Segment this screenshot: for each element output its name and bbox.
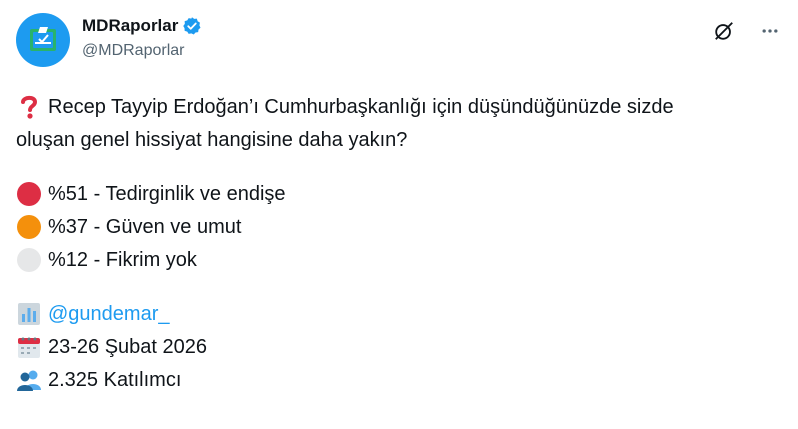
orange-circle-icon bbox=[16, 214, 42, 240]
red-circle-icon bbox=[16, 181, 42, 207]
avatar[interactable] bbox=[16, 13, 70, 67]
option-text: %37 - Güven ve umut bbox=[48, 215, 242, 238]
header-actions bbox=[712, 19, 782, 43]
date-line: 23-26 Şubat 2026 bbox=[16, 330, 782, 363]
red-question-mark-icon bbox=[16, 94, 42, 120]
question-line-2: oluşan genel hissiyat hangisine daha yak… bbox=[16, 123, 782, 156]
grok-icon[interactable] bbox=[712, 19, 736, 43]
mention-line: @gundemar_ bbox=[16, 297, 782, 330]
date-text: 23-26 Şubat 2026 bbox=[48, 335, 208, 358]
white-circle-icon bbox=[16, 247, 42, 273]
post-body: Recep Tayyip Erdoğan’ı Cumhurbaşkanlığı … bbox=[16, 90, 782, 396]
option-text: %51 - Tedirginlik ve endişe bbox=[48, 182, 286, 205]
calendar-icon bbox=[16, 334, 42, 360]
post-header: MDRaporlar @MDRaporlar bbox=[16, 13, 782, 69]
participants-line: 2.325 Katılımcı bbox=[16, 363, 782, 396]
question-text-line1: Recep Tayyip Erdoğan’ı Cumhurbaşkanlığı … bbox=[48, 95, 674, 118]
more-dots-icon[interactable] bbox=[758, 19, 782, 43]
people-icon bbox=[16, 367, 42, 393]
option-item: %12 - Fikrim yok bbox=[16, 243, 782, 276]
option-item: %37 - Güven ve umut bbox=[16, 210, 782, 243]
question-text-line2: oluşan genel hissiyat hangisine daha yak… bbox=[16, 128, 408, 151]
display-name[interactable]: MDRaporlar bbox=[82, 16, 178, 36]
participants-text: 2.325 Katılımcı bbox=[48, 368, 182, 391]
author-names: MDRaporlar @MDRaporlar bbox=[82, 16, 202, 60]
mention-link[interactable]: @gundemar_ bbox=[48, 299, 169, 329]
bar-chart-icon bbox=[16, 301, 42, 327]
question-line: Recep Tayyip Erdoğan’ı Cumhurbaşkanlığı … bbox=[16, 90, 782, 123]
option-text: %12 - Fikrim yok bbox=[48, 248, 197, 271]
option-item: %51 - Tedirginlik ve endişe bbox=[16, 177, 782, 210]
verified-badge-icon bbox=[183, 17, 201, 35]
ballot-box-icon bbox=[30, 27, 56, 51]
handle[interactable]: @MDRaporlar bbox=[82, 42, 202, 60]
